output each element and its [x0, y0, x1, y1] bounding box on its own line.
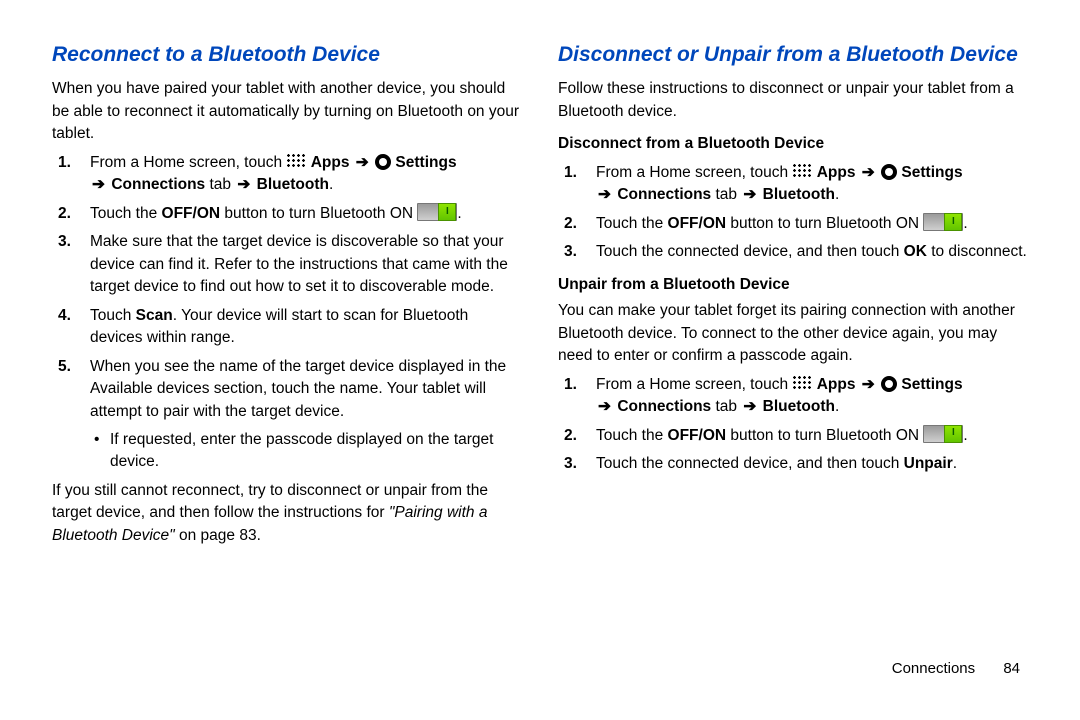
- heading-reconnect: Reconnect to a Bluetooth Device: [52, 40, 522, 70]
- text: When you see the name of the target devi…: [90, 358, 506, 420]
- text: .: [457, 205, 461, 222]
- gear-icon: [881, 376, 897, 392]
- arrow-icon: ➔: [741, 184, 758, 206]
- label-apps: Apps: [817, 164, 856, 181]
- intro-right: Follow these instructions to disconnect …: [558, 78, 1028, 123]
- outro-left: If you still cannot reconnect, try to di…: [52, 480, 522, 547]
- step-1: From a Home screen, touch Apps ➔ Setting…: [582, 162, 1028, 207]
- text: to disconnect.: [927, 243, 1027, 260]
- label-bluetooth: Bluetooth: [763, 186, 835, 203]
- gear-icon: [375, 154, 391, 170]
- toggle-on-icon: I: [923, 213, 963, 231]
- intro-unpair: You can make your tablet forget its pair…: [558, 300, 1028, 367]
- label-scan: Scan: [136, 307, 173, 324]
- text: .: [835, 398, 839, 415]
- label-connections: Connections: [617, 398, 711, 415]
- right-column: Disconnect or Unpair from a Bluetooth De…: [558, 40, 1028, 551]
- step-3: Touch the connected device, and then tou…: [582, 241, 1028, 263]
- text: .: [953, 455, 957, 472]
- text: .: [835, 186, 839, 203]
- subheading-unpair: Unpair from a Bluetooth Device: [558, 274, 1028, 296]
- step-4: Touch Scan. Your device will start to sc…: [76, 305, 522, 350]
- substeps: If requested, enter the passcode display…: [90, 429, 522, 474]
- text: button to turn Bluetooth ON: [220, 205, 417, 222]
- steps-unpair: From a Home screen, touch Apps ➔ Setting…: [558, 374, 1028, 476]
- page-number: 84: [1003, 660, 1020, 677]
- text: .: [329, 176, 333, 193]
- label-offon: OFF/ON: [162, 205, 221, 222]
- arrow-icon: ➔: [596, 396, 613, 418]
- text: From a Home screen, touch: [596, 164, 792, 181]
- page-content: Reconnect to a Bluetooth Device When you…: [52, 40, 1028, 551]
- arrow-icon: ➔: [90, 174, 107, 196]
- text: .: [963, 215, 967, 232]
- label-apps: Apps: [817, 376, 856, 393]
- label-settings: Settings: [901, 376, 962, 393]
- text: From a Home screen, touch: [90, 154, 286, 171]
- arrow-icon: ➔: [860, 162, 877, 184]
- text: Touch the: [596, 427, 668, 444]
- text: Touch: [90, 307, 136, 324]
- step-5: When you see the name of the target devi…: [76, 356, 522, 474]
- steps-reconnect: From a Home screen, touch Apps ➔ Setting…: [52, 152, 522, 474]
- section-name: Connections: [892, 660, 975, 677]
- toggle-on-icon: I: [923, 425, 963, 443]
- label-unpair: Unpair: [904, 455, 953, 472]
- label-connections: Connections: [111, 176, 205, 193]
- label-offon: OFF/ON: [668, 215, 727, 232]
- text: tab: [716, 398, 742, 415]
- bullet-passcode: If requested, enter the passcode display…: [106, 429, 522, 474]
- step-1: From a Home screen, touch Apps ➔ Setting…: [582, 374, 1028, 419]
- step-2: Touch the OFF/ON button to turn Bluetoot…: [582, 425, 1028, 447]
- label-bluetooth: Bluetooth: [763, 398, 835, 415]
- text: .: [963, 427, 967, 444]
- apps-grid-icon: [792, 163, 812, 179]
- toggle-on-icon: I: [417, 203, 457, 221]
- arrow-icon: ➔: [860, 374, 877, 396]
- text: From a Home screen, touch: [596, 376, 792, 393]
- arrow-icon: ➔: [235, 174, 252, 196]
- left-column: Reconnect to a Bluetooth Device When you…: [52, 40, 522, 551]
- apps-grid-icon: [792, 375, 812, 391]
- text: tab: [716, 186, 742, 203]
- heading-disconnect: Disconnect or Unpair from a Bluetooth De…: [558, 40, 1028, 70]
- step-2: Touch the OFF/ON button to turn Bluetoot…: [76, 203, 522, 225]
- gear-icon: [881, 164, 897, 180]
- arrow-icon: ➔: [354, 152, 371, 174]
- text: Touch the: [90, 205, 162, 222]
- steps-disconnect: From a Home screen, touch Apps ➔ Setting…: [558, 162, 1028, 264]
- text: Touch the connected device, and then tou…: [596, 455, 904, 472]
- arrow-icon: ➔: [741, 396, 758, 418]
- label-bluetooth: Bluetooth: [257, 176, 329, 193]
- text: button to turn Bluetooth ON: [726, 427, 923, 444]
- arrow-icon: ➔: [596, 184, 613, 206]
- label-apps: Apps: [311, 154, 350, 171]
- label-settings: Settings: [395, 154, 456, 171]
- text: Touch the: [596, 215, 668, 232]
- label-ok: OK: [904, 243, 927, 260]
- label-connections: Connections: [617, 186, 711, 203]
- step-3: Make sure that the target device is disc…: [76, 231, 522, 298]
- label-settings: Settings: [901, 164, 962, 181]
- text: tab: [210, 176, 236, 193]
- page-footer: Connections 84: [892, 658, 1020, 680]
- apps-grid-icon: [286, 153, 306, 169]
- text: button to turn Bluetooth ON: [726, 215, 923, 232]
- intro-left: When you have paired your tablet with an…: [52, 78, 522, 145]
- step-2: Touch the OFF/ON button to turn Bluetoot…: [582, 213, 1028, 235]
- step-3: Touch the connected device, and then tou…: [582, 453, 1028, 475]
- subheading-disconnect: Disconnect from a Bluetooth Device: [558, 133, 1028, 155]
- label-offon: OFF/ON: [668, 427, 727, 444]
- text: Touch the connected device, and then tou…: [596, 243, 904, 260]
- text: on page 83.: [175, 527, 261, 544]
- step-1: From a Home screen, touch Apps ➔ Setting…: [76, 152, 522, 197]
